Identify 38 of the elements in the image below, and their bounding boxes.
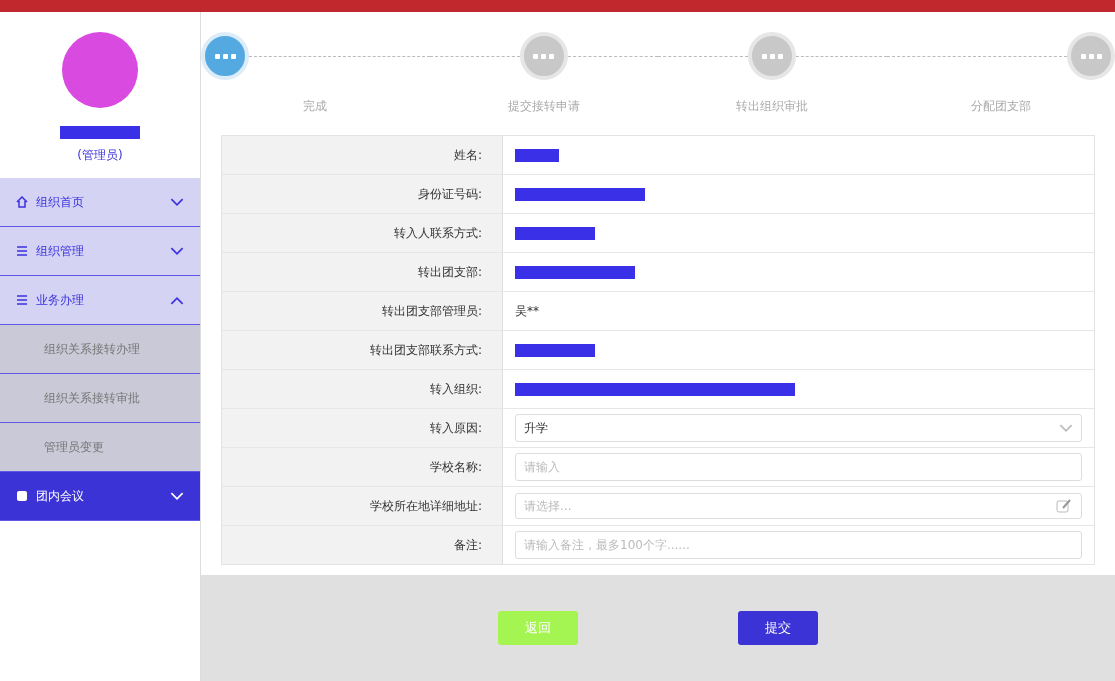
user-role: (管理员) — [77, 147, 123, 164]
submit-button[interactable]: 提交 — [738, 611, 818, 645]
redaction-bar — [515, 148, 559, 162]
field-label: 转出团支部联系方式: — [222, 331, 503, 369]
field-label: 转出团支部: — [222, 253, 503, 291]
field-label: 姓名: — [222, 136, 503, 174]
menu-icon — [16, 294, 28, 306]
submenu-item[interactable]: 组织关系接转办理 — [0, 325, 200, 374]
chevron-down-icon — [170, 197, 184, 207]
chevron-down-icon — [170, 246, 184, 256]
step-label: 转出组织审批 — [736, 98, 809, 115]
field-label: 学校名称: — [222, 448, 503, 486]
input-field[interactable]: 请选择... — [515, 493, 1082, 519]
field-label: 备注: — [222, 526, 503, 564]
menu-item[interactable]: 业务办理 — [0, 276, 200, 325]
menu-icon — [16, 245, 28, 257]
step-label: 提交接转申请 — [507, 98, 580, 115]
submenu-item[interactable]: 管理员变更 — [0, 423, 200, 472]
menu-item[interactable]: 组织管理 — [0, 227, 200, 276]
chevron-up-icon — [170, 295, 184, 305]
chevron-down-icon — [1059, 423, 1073, 433]
menu-item[interactable]: 组织首页 — [0, 178, 200, 227]
field-value: 吴** — [515, 302, 539, 320]
field-label: 学校所在地详细地址: — [222, 487, 503, 525]
home-icon — [16, 196, 28, 208]
field-label: 转出团支部管理员: — [222, 292, 503, 330]
chevron-down-icon — [170, 491, 184, 501]
menu-item[interactable]: 团内会议 — [0, 472, 200, 521]
field-label: 身份证号码: — [222, 175, 503, 213]
field-label: 转入原因: — [222, 409, 503, 447]
select-field[interactable]: 升学 — [515, 414, 1082, 442]
input-field[interactable]: 请输入 — [515, 453, 1082, 481]
step-label: 分配团支部 — [970, 98, 1031, 115]
field-label: 转入组织: — [222, 370, 503, 408]
step-label: 完成 — [303, 98, 328, 115]
field-label: 转入人联系方式: — [222, 214, 503, 252]
input-field[interactable]: 请输入备注，最多100个字...... — [515, 531, 1082, 559]
submenu-item[interactable]: 组织关系接转审批 — [0, 374, 200, 423]
